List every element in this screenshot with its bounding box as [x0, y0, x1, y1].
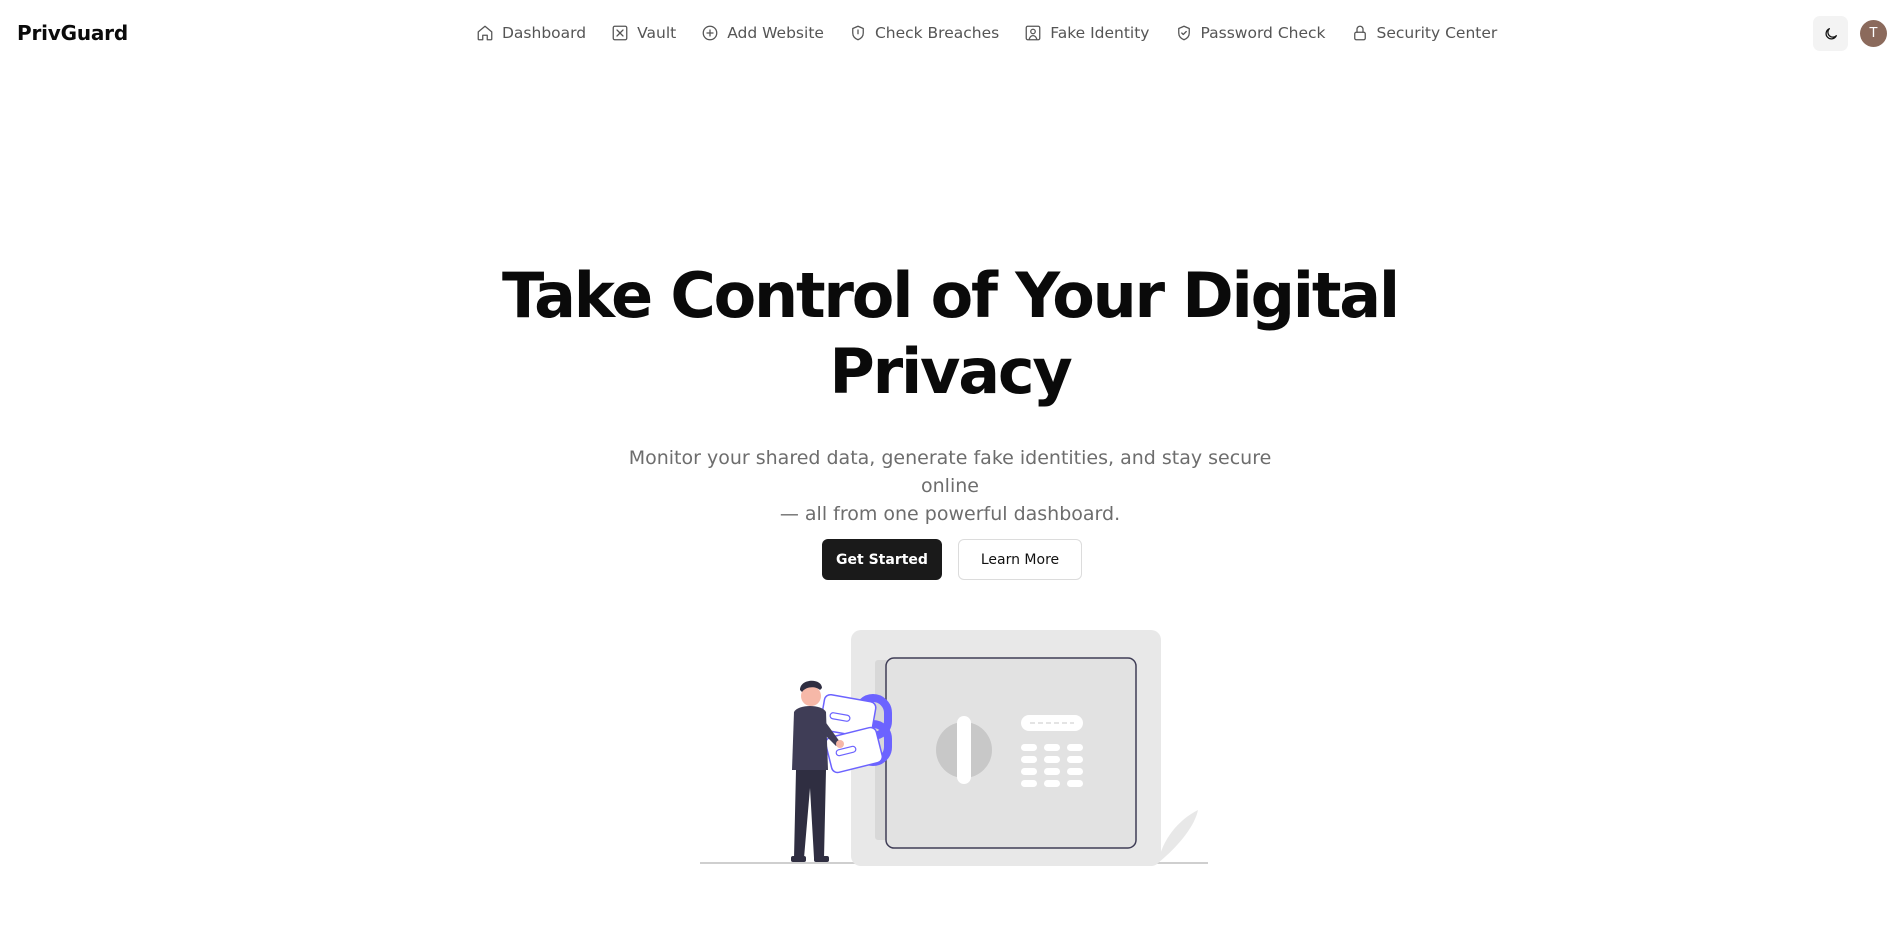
- nav-item-label: Fake Identity: [1050, 24, 1150, 42]
- vault-icon: [611, 24, 629, 42]
- nav-item-check-breaches[interactable]: Check Breaches: [849, 20, 999, 46]
- nav-item-label: Vault: [637, 24, 677, 42]
- avatar[interactable]: T: [1860, 20, 1887, 47]
- hero-subtitle-line2: — all from one powerful dashboard.: [779, 503, 1121, 525]
- nav-item-fake-identity[interactable]: Fake Identity: [1024, 20, 1150, 46]
- hero-title-line1: Take Control of Your Digital: [502, 259, 1400, 332]
- nav-item-password-check[interactable]: Password Check: [1175, 20, 1326, 46]
- hero-subtitle: Monitor your shared data, generate fake …: [600, 444, 1300, 528]
- nav-item-dashboard[interactable]: Dashboard: [476, 20, 586, 46]
- hero-illustration: [700, 630, 1208, 866]
- shield-icon: [849, 24, 867, 42]
- top-navbar: PrivGuard Dashboard Vault Add Website Ch…: [0, 0, 1901, 66]
- safe-icon: [851, 630, 1161, 866]
- nav-item-security-center[interactable]: Security Center: [1351, 20, 1498, 46]
- lock-icon: [1351, 24, 1369, 42]
- hero-title: Take Control of Your Digital Privacy: [450, 258, 1450, 410]
- learn-more-button[interactable]: Learn More: [958, 539, 1082, 580]
- main-nav: Dashboard Vault Add Website Check Breach…: [476, 20, 1497, 46]
- nav-item-add-website[interactable]: Add Website: [701, 20, 824, 46]
- nav-item-vault[interactable]: Vault: [611, 20, 676, 46]
- nav-item-label: Password Check: [1200, 24, 1326, 42]
- brand-logo[interactable]: PrivGuard: [17, 21, 128, 45]
- shield-check-icon: [1175, 24, 1193, 42]
- user-square-icon: [1024, 24, 1042, 42]
- nav-item-label: Add Website: [727, 24, 824, 42]
- plus-circle-icon: [701, 24, 719, 42]
- nav-item-label: Security Center: [1376, 24, 1498, 42]
- home-icon: [476, 24, 494, 42]
- moon-icon: [1823, 26, 1839, 42]
- nav-item-label: Check Breaches: [874, 24, 1000, 42]
- hero-title-line2: Privacy: [829, 335, 1072, 408]
- theme-toggle-button[interactable]: [1813, 16, 1848, 51]
- nav-item-label: Dashboard: [502, 24, 587, 42]
- get-started-button[interactable]: Get Started: [822, 539, 942, 580]
- hero-subtitle-line1: Monitor your shared data, generate fake …: [628, 447, 1272, 497]
